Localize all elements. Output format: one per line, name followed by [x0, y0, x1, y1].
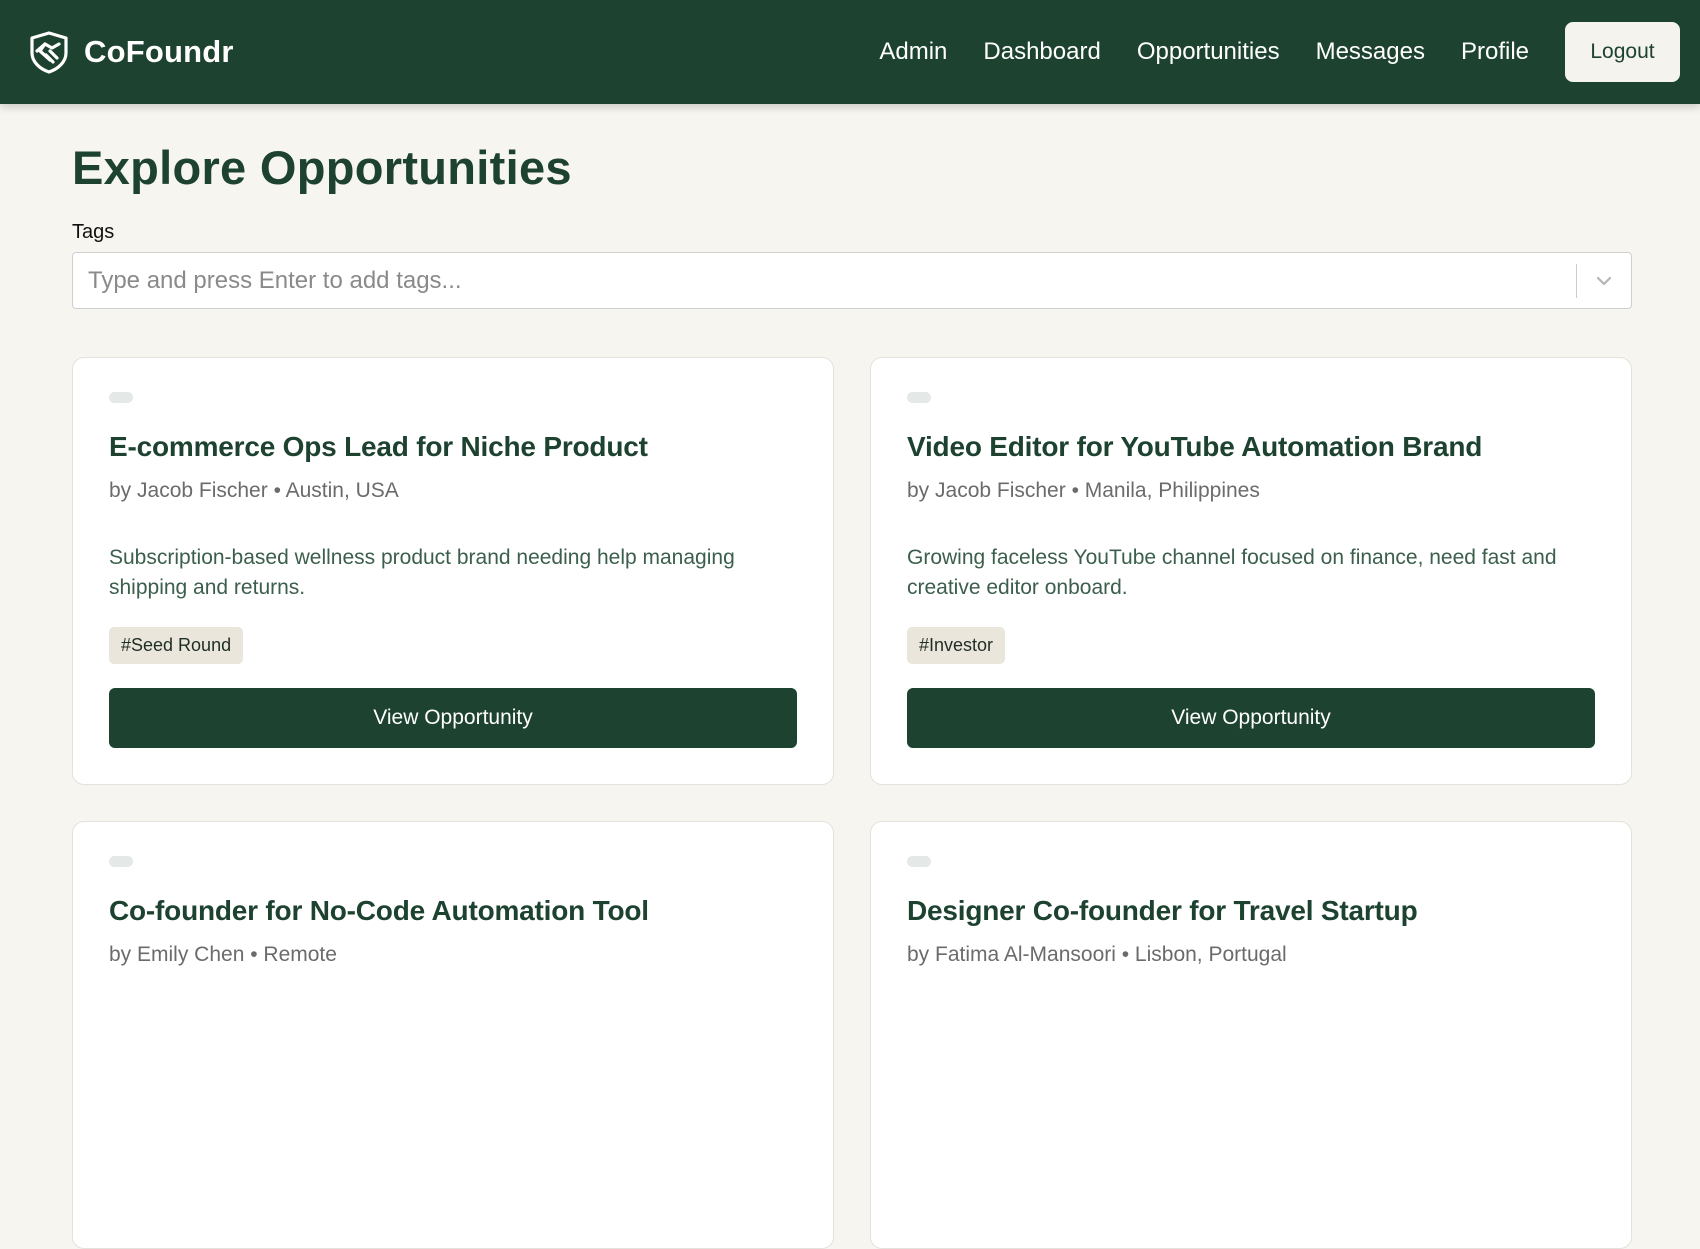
page-title: Explore Opportunities — [72, 141, 572, 194]
card-status-pill — [907, 392, 931, 403]
card-title: Co-founder for No-Code Automation Tool — [109, 895, 649, 926]
top-navbar: CoFoundr Admin Dashboard Opportunities M… — [0, 0, 1700, 104]
card-status-pill — [907, 856, 931, 867]
opportunity-card: Designer Co-founder for Travel Startup b… — [870, 821, 1632, 1249]
main-content: Explore Opportunities Tags E-commerce Op… — [72, 104, 1632, 1249]
tags-field — [72, 252, 1632, 309]
brand-name: CoFoundr — [84, 34, 234, 69]
opportunity-card: E-commerce Ops Lead for Niche Product by… — [72, 357, 834, 785]
chevron-down-icon[interactable] — [1577, 253, 1631, 308]
view-opportunity-button[interactable]: View Opportunity — [907, 688, 1595, 748]
tags-label: Tags — [72, 221, 115, 243]
nav-opportunities[interactable]: Opportunities — [1137, 38, 1280, 66]
nav-admin[interactable]: Admin — [879, 38, 947, 66]
brand[interactable]: CoFoundr — [26, 29, 234, 75]
logout-button[interactable]: Logout — [1565, 22, 1680, 82]
card-title: Video Editor for YouTube Automation Bran… — [907, 431, 1483, 462]
card-meta: by Emily Chen • Remote — [109, 943, 337, 966]
opportunity-grid: E-commerce Ops Lead for Niche Product by… — [72, 357, 1632, 1249]
nav-profile[interactable]: Profile — [1461, 38, 1529, 66]
view-opportunity-button[interactable]: View Opportunity — [109, 688, 797, 748]
card-meta: by Jacob Fischer • Austin, USA — [109, 479, 399, 502]
nav-dashboard[interactable]: Dashboard — [983, 38, 1100, 66]
nav-links: Admin Dashboard Opportunities Messages P… — [879, 38, 1529, 66]
opportunity-card: Co-founder for No-Code Automation Tool b… — [72, 821, 834, 1249]
opportunity-card: Video Editor for YouTube Automation Bran… — [870, 357, 1632, 785]
card-status-pill — [109, 392, 133, 403]
card-meta: by Jacob Fischer • Manila, Philippines — [907, 479, 1260, 502]
card-description: Subscription-based wellness product bran… — [109, 546, 735, 599]
card-tag[interactable]: #Seed Round — [109, 627, 244, 664]
card-title: Designer Co-founder for Travel Startup — [907, 895, 1418, 926]
card-title: E-commerce Ops Lead for Niche Product — [109, 431, 648, 462]
tags-input[interactable] — [73, 253, 1576, 308]
card-meta: by Fatima Al-Mansoori • Lisbon, Portugal — [907, 943, 1287, 966]
card-description: Growing faceless YouTube channel focused… — [907, 546, 1557, 599]
card-status-pill — [109, 856, 133, 867]
nav-messages[interactable]: Messages — [1316, 38, 1425, 66]
handshake-icon — [26, 29, 72, 75]
card-tag[interactable]: #Investor — [907, 627, 1006, 664]
